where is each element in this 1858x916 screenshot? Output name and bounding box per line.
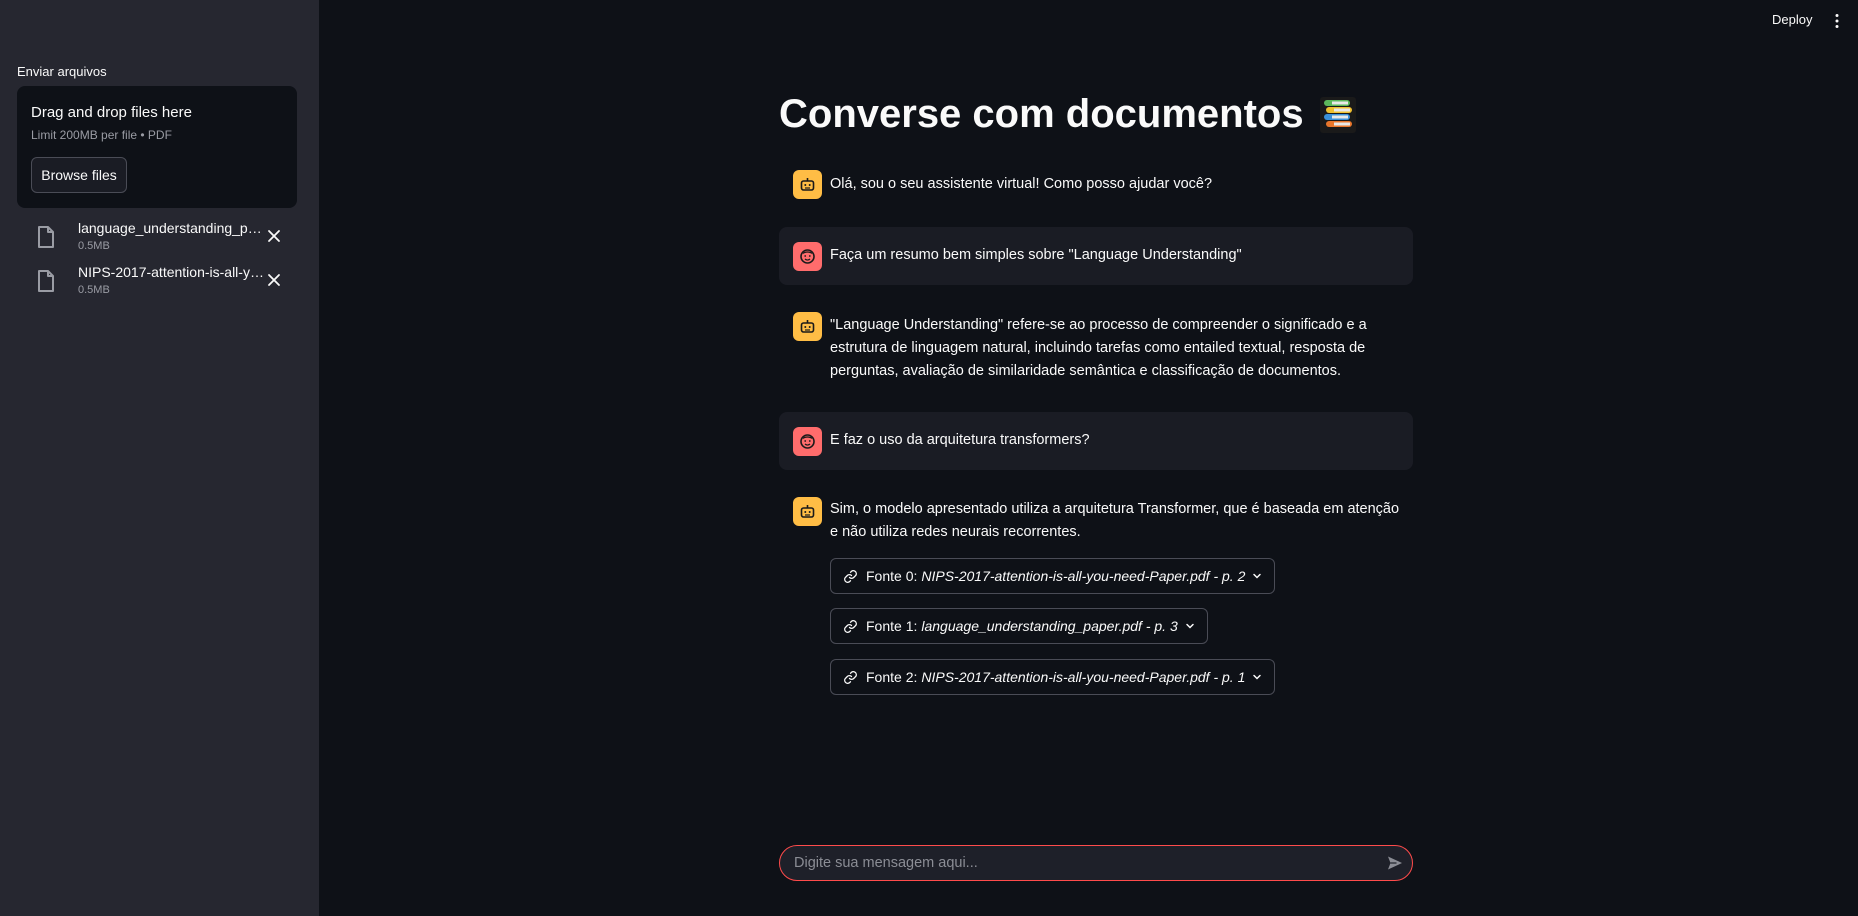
source-expander[interactable]: Fonte 1: language_understanding_paper.pd… xyxy=(830,608,1208,644)
chat-message-user: E faz o uso da arquitetura transformers? xyxy=(779,412,1413,470)
page-title: Converse com documentos xyxy=(779,92,1358,137)
link-icon xyxy=(844,670,857,684)
books-icon xyxy=(1319,96,1356,133)
file-dropzone[interactable]: Drag and drop files here Limit 200MB per… xyxy=(17,86,297,208)
file-name: language_understanding_paper.pdf xyxy=(78,220,264,236)
chevron-down-icon xyxy=(1185,623,1194,629)
upload-label: Enviar arquivos xyxy=(17,64,107,79)
message-text: Sim, o modelo apresentado utiliza a arqu… xyxy=(830,501,1400,540)
page-title-text: Converse com documentos xyxy=(779,92,1304,136)
source-label: Fonte 1: xyxy=(866,618,918,634)
file-name: NIPS-2017-attention-is-all-you-need-Pape… xyxy=(78,264,264,280)
link-icon xyxy=(844,619,857,633)
message-text: Faça um resumo bem simples sobre "Langua… xyxy=(830,247,1242,263)
kebab-menu-icon[interactable] xyxy=(1834,13,1840,29)
message-text: E faz o uso da arquitetura transformers? xyxy=(830,432,1090,448)
sidebar: Enviar arquivos Drag and drop files here… xyxy=(0,0,319,916)
chat-input[interactable] xyxy=(794,846,1374,880)
link-icon xyxy=(844,569,857,583)
robot-icon xyxy=(793,497,822,526)
source-file: NIPS-2017-attention-is-all-you-need-Pape… xyxy=(921,669,1246,685)
chevron-down-icon xyxy=(1253,573,1262,579)
face-icon xyxy=(793,427,822,456)
source-file: NIPS-2017-attention-is-all-you-need-Pape… xyxy=(921,568,1246,584)
file-icon xyxy=(38,226,54,248)
uploaded-file: language_understanding_paper.pdf 0.5MB xyxy=(36,220,296,254)
message-text: Olá, sou o seu assistente virtual! Como … xyxy=(830,176,1213,192)
chat-message-assistant: "Language Understanding" refere-se ao pr… xyxy=(779,306,1413,386)
file-icon xyxy=(38,270,54,292)
source-label: Fonte 2: xyxy=(866,669,918,685)
chevron-down-icon xyxy=(1253,674,1262,680)
message-text: "Language Understanding" refere-se ao pr… xyxy=(830,317,1367,379)
browse-files-button[interactable]: Browse files xyxy=(31,157,127,193)
send-icon[interactable] xyxy=(1386,854,1404,872)
uploaded-file: NIPS-2017-attention-is-all-you-need-Pape… xyxy=(36,264,296,298)
close-icon[interactable] xyxy=(266,228,282,244)
source-expander[interactable]: Fonte 2: NIPS-2017-attention-is-all-you-… xyxy=(830,659,1276,695)
file-size: 0.5MB xyxy=(78,284,110,296)
source-label: Fonte 0: xyxy=(866,568,918,584)
close-icon[interactable] xyxy=(266,272,282,288)
dropzone-title: Drag and drop files here xyxy=(31,104,192,121)
chat-message-user: Faça um resumo bem simples sobre "Langua… xyxy=(779,227,1413,285)
chat-input-box[interactable] xyxy=(779,845,1413,881)
file-size: 0.5MB xyxy=(78,240,110,252)
deploy-button[interactable]: Deploy xyxy=(1772,12,1812,27)
chat-message-assistant: Olá, sou o seu assistente virtual! Como … xyxy=(779,166,1413,202)
face-icon xyxy=(793,242,822,271)
robot-icon xyxy=(793,170,822,199)
dropzone-limit: Limit 200MB per file • PDF xyxy=(31,128,172,142)
robot-icon xyxy=(793,312,822,341)
chat-message-assistant: Sim, o modelo apresentado utiliza a arqu… xyxy=(779,491,1413,551)
source-file: language_understanding_paper.pdf - p. 3 xyxy=(921,618,1178,634)
source-expander[interactable]: Fonte 0: NIPS-2017-attention-is-all-you-… xyxy=(830,558,1276,594)
app: Enviar arquivos Drag and drop files here… xyxy=(0,0,1858,916)
